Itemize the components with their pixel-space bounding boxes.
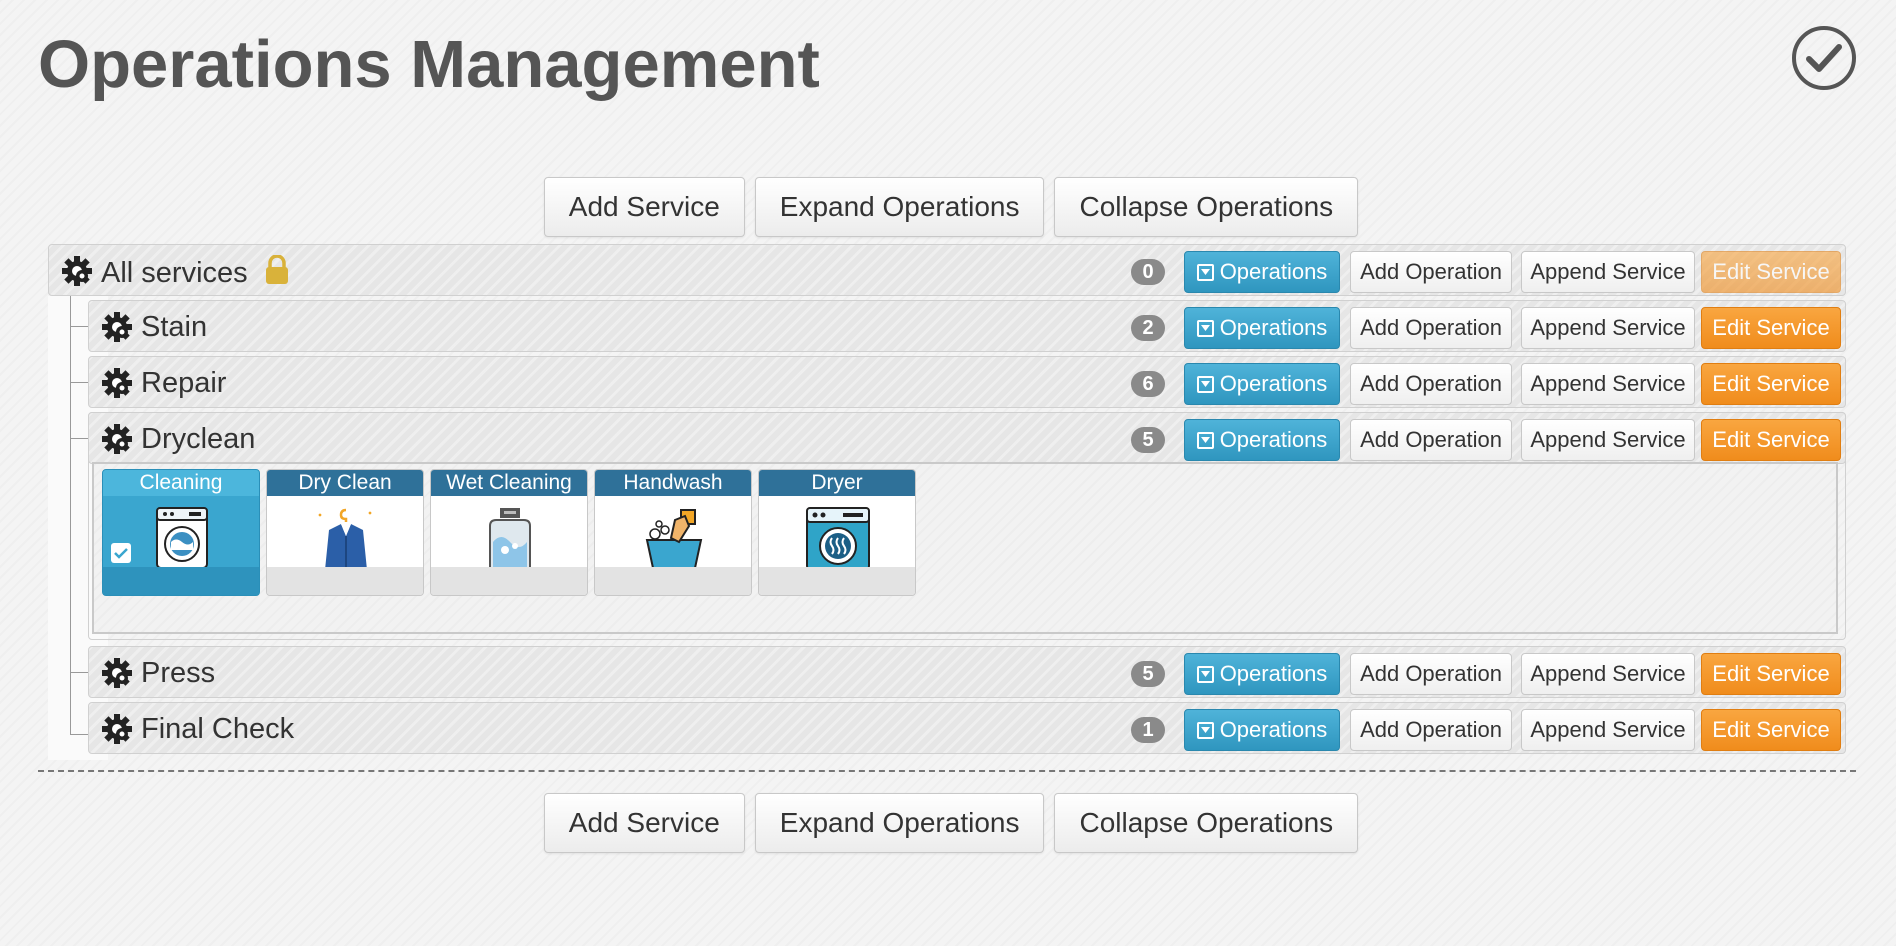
edit-service-button[interactable]: Edit Service: [1701, 709, 1841, 751]
operations-dropdown-button[interactable]: Operations: [1184, 307, 1340, 349]
operation-label: Handwash: [595, 470, 751, 496]
add-service-button[interactable]: Add Service: [543, 793, 745, 853]
tree-connector: [70, 382, 90, 383]
service-row-repair: Repair 6 Operations Add Operation Append…: [88, 356, 1846, 408]
service-row-press: Press 5 Operations Add Operation Append …: [88, 646, 1846, 698]
operation-label: Wet Cleaning: [431, 470, 587, 496]
gear-icon: [101, 367, 133, 399]
add-operation-button[interactable]: Add Operation: [1350, 419, 1512, 461]
operation-card-dry-clean[interactable]: Dry Clean: [266, 469, 424, 596]
service-row-stain: Stain 2 Operations Add Operation Append …: [88, 300, 1846, 352]
bottom-toolbar: Add Service Expand Operations Collapse O…: [0, 793, 1896, 853]
tree-connector: [70, 672, 90, 673]
add-operation-button[interactable]: Add Operation: [1350, 307, 1512, 349]
operations-label: Operations: [1219, 661, 1328, 686]
service-name: Final Check: [141, 713, 295, 745]
tree-connector: [70, 296, 71, 734]
detergent-bottle-icon: [471, 506, 549, 571]
operation-card-footer: [103, 567, 259, 595]
operation-card-dryer[interactable]: Dryer: [758, 469, 916, 596]
operations-label: Operations: [1219, 259, 1328, 284]
operations-label: Operations: [1219, 717, 1328, 742]
expand-operations-button[interactable]: Expand Operations: [754, 793, 1045, 853]
operation-card-footer: [267, 567, 423, 595]
tree-connector: [70, 438, 90, 439]
hand-wash-basin-icon: [635, 506, 713, 570]
edit-service-button[interactable]: Edit Service: [1701, 363, 1841, 405]
operation-card-footer: [595, 567, 751, 595]
operations-dropdown-button[interactable]: Operations: [1184, 653, 1340, 695]
collapse-operations-button[interactable]: Collapse Operations: [1054, 793, 1359, 853]
operation-count-badge: 5: [1131, 661, 1165, 687]
add-service-button[interactable]: Add Service: [543, 177, 745, 237]
caret-down-icon: [1196, 263, 1214, 281]
collapse-operations-button[interactable]: Collapse Operations: [1054, 177, 1359, 237]
operation-count-badge: 2: [1131, 315, 1165, 341]
gear-icon: [101, 423, 133, 455]
operations-dropdown-button[interactable]: Operations: [1184, 709, 1340, 751]
operation-label: Dryer: [759, 470, 915, 496]
gear-icon: [101, 657, 133, 689]
service-name: All services: [101, 257, 248, 289]
operation-card-cleaning[interactable]: Cleaning: [102, 469, 260, 596]
operations-label: Operations: [1219, 427, 1328, 452]
operation-count-badge: 5: [1131, 427, 1165, 453]
append-service-button[interactable]: Append Service: [1521, 653, 1695, 695]
service-row-final-check: Final Check 1 Operations Add Operation A…: [88, 702, 1846, 754]
operation-count-badge: 6: [1131, 371, 1165, 397]
operations-dropdown-button[interactable]: Operations: [1184, 419, 1340, 461]
service-name: Dryclean: [141, 423, 256, 455]
top-toolbar: Add Service Expand Operations Collapse O…: [0, 177, 1896, 237]
edit-service-button[interactable]: Edit Service: [1701, 419, 1841, 461]
lock-icon: [264, 254, 290, 285]
append-service-button[interactable]: Append Service: [1521, 709, 1695, 751]
append-service-button[interactable]: Append Service: [1521, 307, 1695, 349]
page-title: Operations Management: [38, 27, 820, 102]
checkbox-checked-icon[interactable]: [111, 543, 131, 563]
section-divider: [38, 770, 1856, 772]
washing-machine-icon: [143, 506, 221, 570]
add-operation-button[interactable]: Add Operation: [1350, 251, 1512, 293]
operation-card-handwash[interactable]: Handwash: [594, 469, 752, 596]
edit-service-button[interactable]: Edit Service: [1701, 307, 1841, 349]
operations-label: Operations: [1219, 315, 1328, 340]
caret-down-icon: [1196, 721, 1214, 739]
service-row-all-services: All services 0 Operations Add Operation …: [48, 244, 1846, 296]
append-service-button[interactable]: Append Service: [1521, 251, 1695, 293]
operation-card-footer: [759, 567, 915, 595]
suit-hanger-icon: [307, 506, 385, 570]
operation-count-badge: 1: [1131, 717, 1165, 743]
edit-service-button[interactable]: Edit Service: [1701, 653, 1841, 695]
operations-dropdown-button[interactable]: Operations: [1184, 251, 1340, 293]
caret-down-icon: [1196, 375, 1214, 393]
add-operation-button[interactable]: Add Operation: [1350, 709, 1512, 751]
add-operation-button[interactable]: Add Operation: [1350, 653, 1512, 695]
operation-label: Dry Clean: [267, 470, 423, 496]
caret-down-icon: [1196, 665, 1214, 683]
operation-card-wet-cleaning[interactable]: Wet Cleaning: [430, 469, 588, 596]
tree-connector: [70, 326, 90, 327]
tree-connector: [70, 734, 90, 735]
caret-down-icon: [1196, 319, 1214, 337]
caret-down-icon: [1196, 431, 1214, 449]
gear-icon: [101, 311, 133, 343]
service-row-dryclean: Dryclean 5 Operations Add Operation Appe…: [88, 412, 1846, 464]
service-name: Press: [141, 657, 216, 689]
checkmark-circle-icon[interactable]: [1792, 26, 1856, 90]
operation-card-footer: [431, 567, 587, 595]
operations-label: Operations: [1219, 371, 1328, 396]
expand-operations-button[interactable]: Expand Operations: [754, 177, 1045, 237]
gear-icon: [101, 713, 133, 745]
operation-label: Cleaning: [103, 470, 259, 496]
append-service-button[interactable]: Append Service: [1521, 419, 1695, 461]
edit-service-button: Edit Service: [1701, 251, 1841, 293]
append-service-button[interactable]: Append Service: [1521, 363, 1695, 405]
gear-icon: [61, 255, 93, 287]
operations-dropdown-button[interactable]: Operations: [1184, 363, 1340, 405]
operation-count-badge: 0: [1131, 259, 1165, 285]
dryer-icon: [799, 506, 877, 571]
add-operation-button[interactable]: Add Operation: [1350, 363, 1512, 405]
service-name: Repair: [141, 367, 227, 399]
service-name: Stain: [141, 311, 208, 343]
